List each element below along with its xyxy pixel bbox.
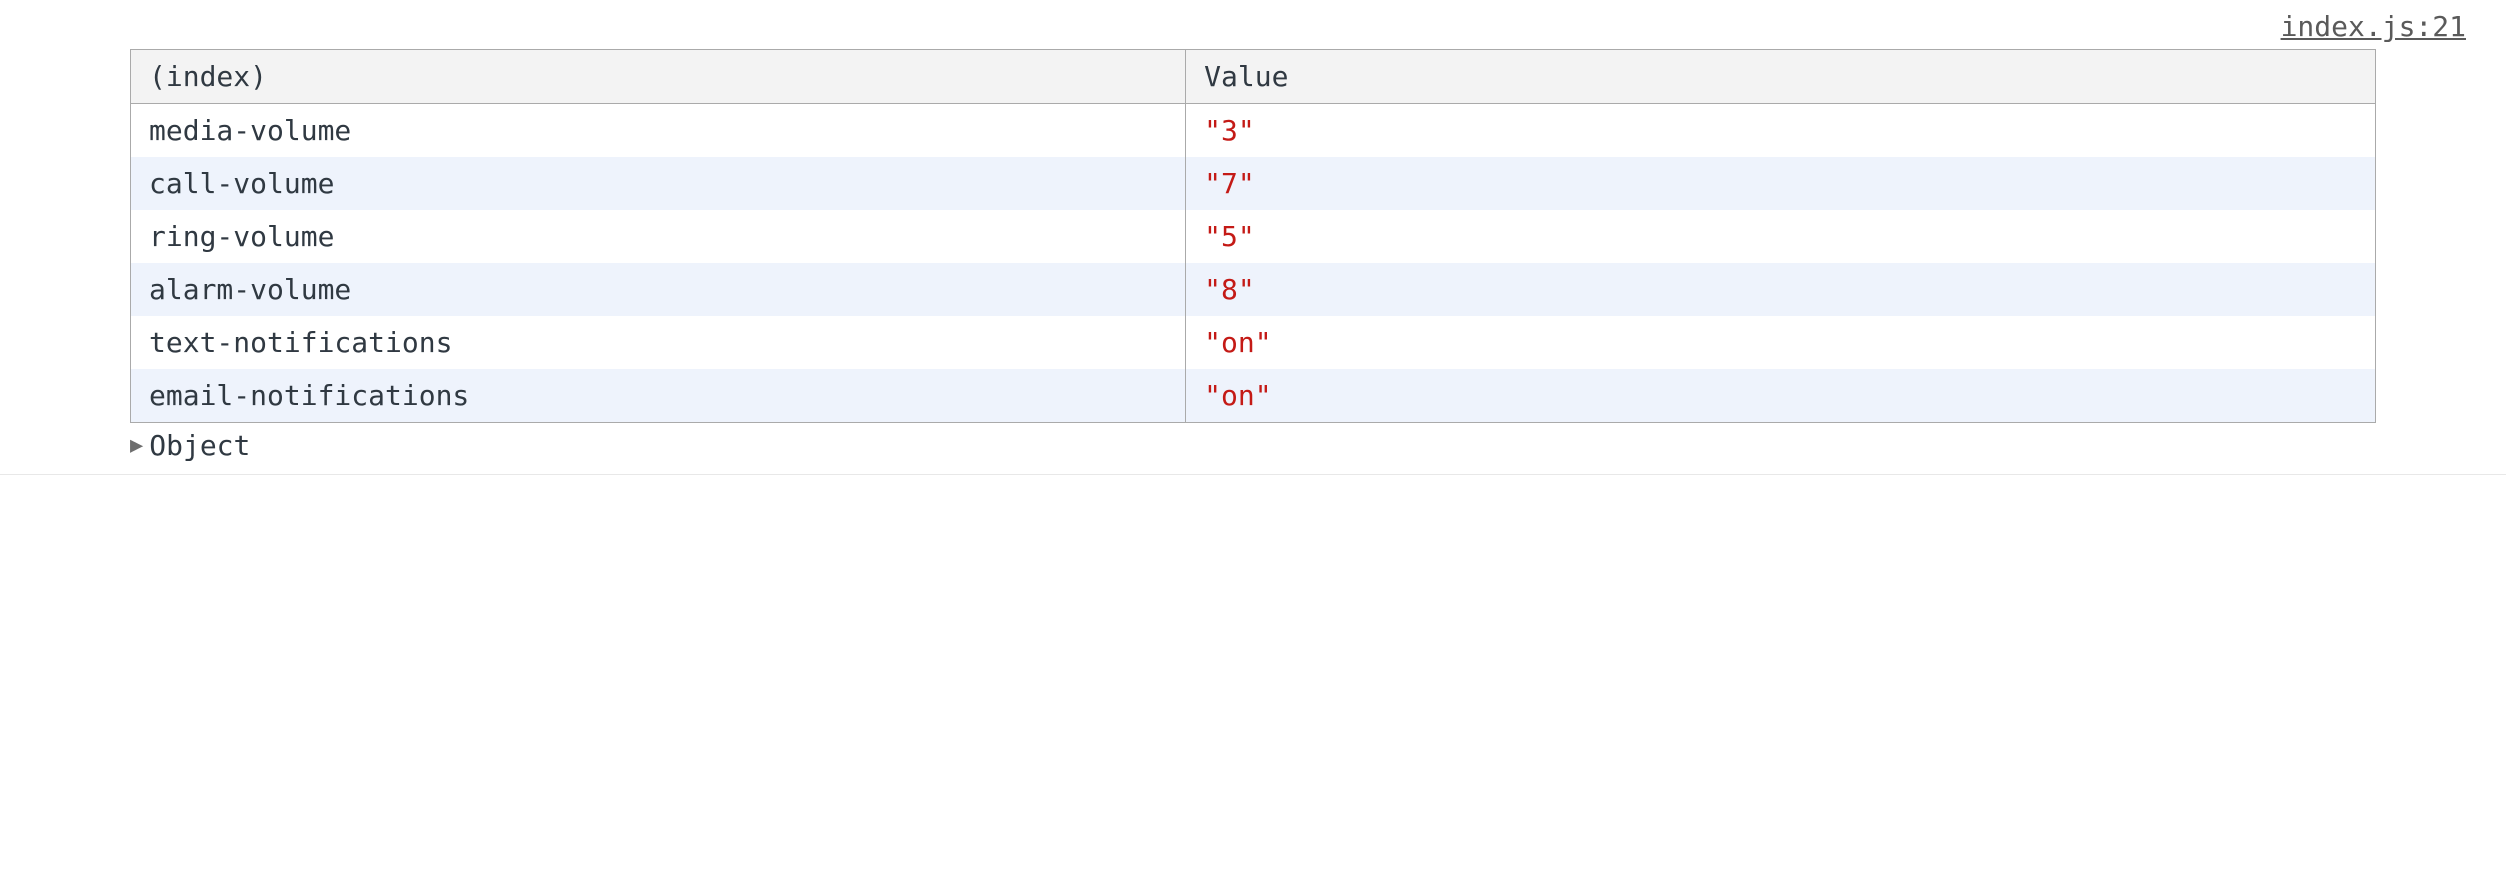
table-cell-key: media-volume xyxy=(131,104,1186,158)
table-cell-key: ring-volume xyxy=(131,210,1186,263)
table-cell-key: text-notifications xyxy=(131,316,1186,369)
table-header-row: (index) Value xyxy=(131,50,2376,104)
table-row: media-volume "3" xyxy=(131,104,2376,158)
table-cell-value: "5" xyxy=(1186,210,2376,263)
table-row: ring-volume "5" xyxy=(131,210,2376,263)
table-cell-value: "8" xyxy=(1186,263,2376,316)
table-row: email-notifications "on" xyxy=(131,369,2376,423)
table-cell-key: email-notifications xyxy=(131,369,1186,423)
column-header-index: (index) xyxy=(131,50,1186,104)
table-cell-key: call-volume xyxy=(131,157,1186,210)
table-cell-value: "on" xyxy=(1186,369,2376,423)
object-expand-toggle[interactable]: ▶ Object xyxy=(130,429,2376,462)
table-row: text-notifications "on" xyxy=(131,316,2376,369)
console-table-container: (index) Value media-volume "3" call-volu… xyxy=(130,49,2376,423)
source-file-link[interactable]: index.js:21 xyxy=(2281,10,2466,43)
source-link-container: index.js:21 xyxy=(0,10,2506,49)
table-row: alarm-volume "8" xyxy=(131,263,2376,316)
console-output: index.js:21 (index) Value media-volume "… xyxy=(0,10,2506,475)
console-table: (index) Value media-volume "3" call-volu… xyxy=(130,49,2376,423)
object-label: Object xyxy=(149,429,250,462)
table-cell-value: "3" xyxy=(1186,104,2376,158)
table-row: call-volume "7" xyxy=(131,157,2376,210)
table-cell-value: "7" xyxy=(1186,157,2376,210)
column-header-value: Value xyxy=(1186,50,2376,104)
table-cell-value: "on" xyxy=(1186,316,2376,369)
disclosure-triangle-icon: ▶ xyxy=(130,435,143,457)
table-cell-key: alarm-volume xyxy=(131,263,1186,316)
